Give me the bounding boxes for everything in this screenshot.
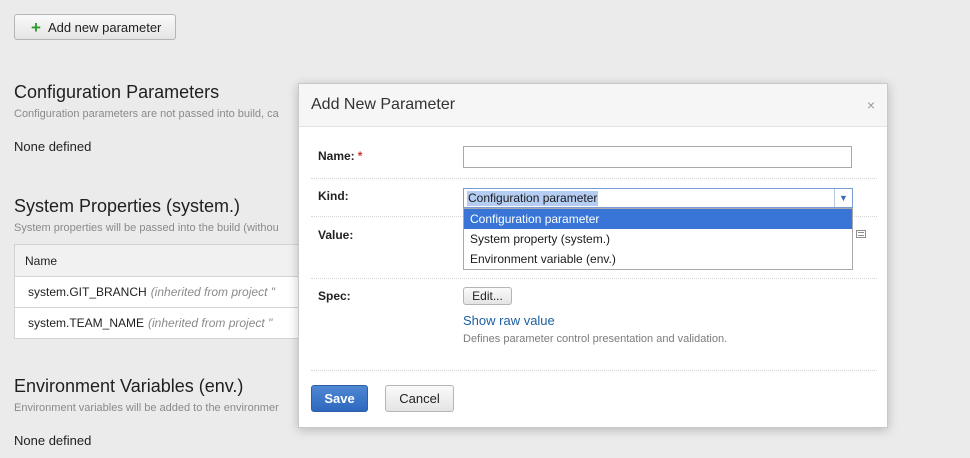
kind-label: Kind: <box>318 189 349 203</box>
add-new-parameter-label: Add new parameter <box>47 19 162 35</box>
system-properties-table: Name system.GIT_BRANCH (inherited from p… <box>14 244 346 339</box>
name-label: Name: * <box>318 149 363 163</box>
spec-label: Spec: <box>318 289 351 303</box>
show-raw-value-link[interactable]: Show raw value <box>463 313 555 328</box>
kind-option-configuration[interactable]: Configuration parameter <box>464 209 852 229</box>
kind-option-system[interactable]: System property (system.) <box>464 229 852 249</box>
add-new-parameter-button[interactable]: + Add new parameter <box>14 14 176 40</box>
env-section-title: Environment Variables (env.) <box>14 376 244 396</box>
param-name: system.GIT_BRANCH <box>28 285 147 299</box>
required-marker: * <box>357 149 363 163</box>
edit-spec-button[interactable]: Edit... <box>463 287 512 305</box>
system-section-desc: System properties will be passed into th… <box>14 222 279 234</box>
dialog-header: Add New Parameter × <box>299 84 887 127</box>
table-header: Name <box>15 245 345 277</box>
chevron-down-icon[interactable]: ▼ <box>834 189 852 207</box>
inherited-note: (inherited from project " <box>148 316 273 330</box>
value-label: Value: <box>318 228 354 242</box>
plus-icon: + <box>31 17 41 37</box>
table-row[interactable]: system.TEAM_NAME (inherited from project… <box>15 308 345 338</box>
spec-description: Defines parameter control presentation a… <box>463 333 728 345</box>
kind-select[interactable]: Configuration parameter ▼ <box>463 188 853 208</box>
config-none-defined: None defined <box>14 139 92 154</box>
name-input[interactable] <box>463 146 852 168</box>
param-name: system.TEAM_NAME <box>28 316 145 330</box>
cancel-button[interactable]: Cancel <box>385 385 454 412</box>
inherited-note: (inherited from project " <box>150 285 275 299</box>
kind-option-environment[interactable]: Environment variable (env.) <box>464 249 852 269</box>
system-section-title: System Properties (system.) <box>14 196 241 216</box>
env-section-desc: Environment variables will be added to t… <box>14 402 279 414</box>
config-section-desc: Configuration parameters are not passed … <box>14 108 279 120</box>
table-row[interactable]: system.GIT_BRANCH (inherited from projec… <box>15 277 345 308</box>
env-none-defined: None defined <box>14 433 92 448</box>
close-icon[interactable]: × <box>867 97 875 113</box>
config-section-title: Configuration Parameters <box>14 82 220 102</box>
kind-dropdown-list: Configuration parameter System property … <box>463 208 853 270</box>
dialog-title: Add New Parameter <box>311 96 456 113</box>
add-parameter-dialog: Add New Parameter × Name: * Kind: Configu… <box>298 83 888 428</box>
kind-selected-value: Configuration parameter <box>467 190 599 206</box>
expand-editor-icon[interactable] <box>856 230 866 238</box>
spec-row: Spec: <box>311 278 877 371</box>
save-button[interactable]: Save <box>311 385 368 412</box>
column-header-name: Name <box>25 253 58 268</box>
